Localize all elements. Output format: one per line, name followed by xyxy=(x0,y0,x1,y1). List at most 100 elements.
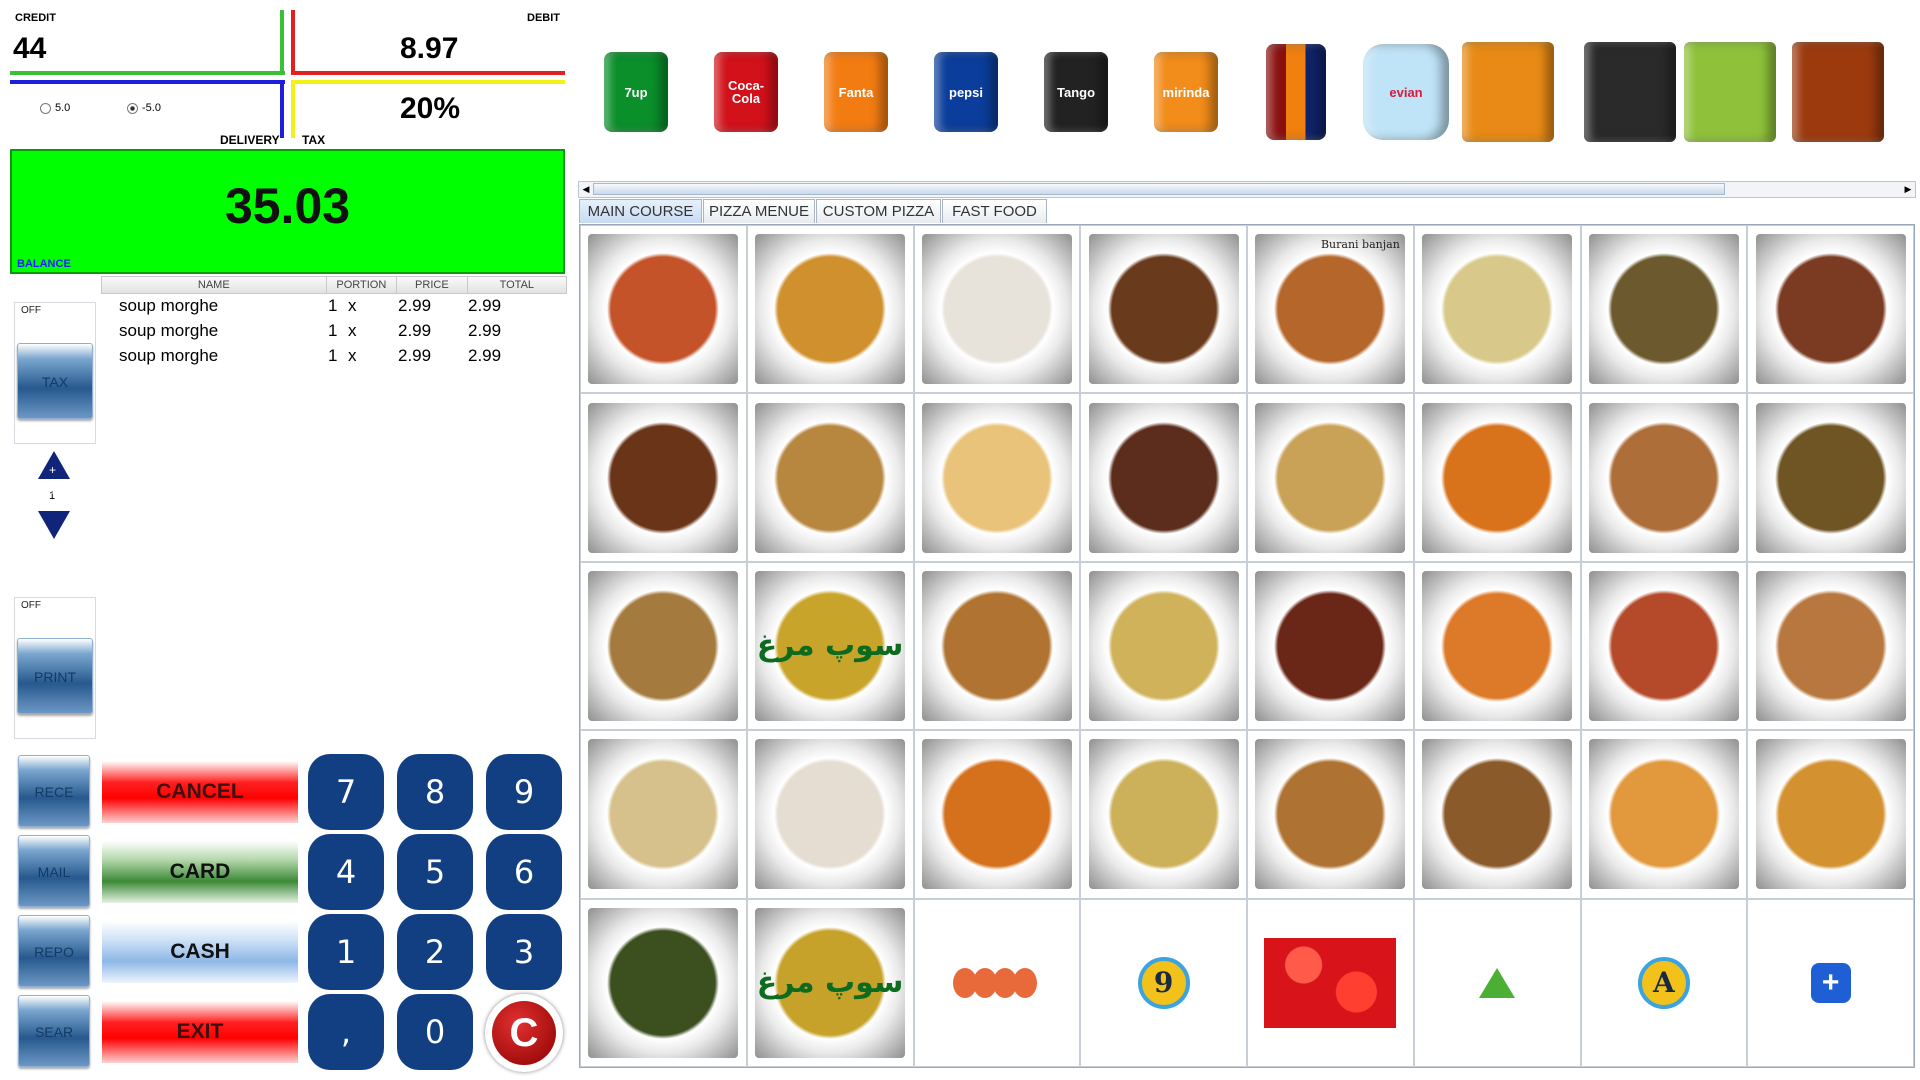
soup-yogurt-icon xyxy=(1255,739,1406,890)
cash-button[interactable]: CASH xyxy=(102,921,298,983)
menu-item-tile[interactable] xyxy=(746,225,914,394)
digit-key-7[interactable]: 7 xyxy=(308,754,384,830)
drink-evian[interactable]: evian xyxy=(1360,38,1452,146)
menu-item-tile[interactable] xyxy=(1413,898,1581,1067)
menu-item-tile[interactable] xyxy=(1580,730,1748,899)
menu-item-tile[interactable] xyxy=(580,561,747,731)
tax-value: 20% xyxy=(400,92,461,125)
cancel-button[interactable]: CANCEL xyxy=(102,761,298,823)
tab-custom-pizza[interactable]: CUSTOM PIZZA xyxy=(816,199,941,223)
menu-item-tile[interactable] xyxy=(1580,393,1748,562)
menu-item-tile[interactable] xyxy=(913,898,1081,1067)
menu-item-tile[interactable] xyxy=(1080,561,1247,731)
digit-key-9[interactable]: 9 xyxy=(486,754,562,830)
drink-7up[interactable]: 7up xyxy=(590,38,682,146)
menu-item-tile[interactable]: 9 xyxy=(1080,898,1247,1067)
report-button[interactable]: REPO xyxy=(18,915,90,987)
digit-key-8[interactable]: 8 xyxy=(397,754,473,830)
digit-key-5[interactable]: 5 xyxy=(397,834,473,910)
menu-item-tile[interactable] xyxy=(1247,393,1414,562)
scroll-thumb[interactable] xyxy=(593,183,1725,195)
menu-item-tile[interactable] xyxy=(913,561,1081,731)
mail-button[interactable]: MAIL xyxy=(18,835,90,907)
menu-item-tile[interactable]: A xyxy=(1580,898,1748,1067)
menu-item-tile[interactable] xyxy=(580,898,747,1067)
drink-pepsi[interactable]: pepsi xyxy=(920,38,1012,146)
comma-key[interactable]: , xyxy=(308,994,384,1070)
menu-item-tile[interactable] xyxy=(746,393,914,562)
curry-pot-icon xyxy=(1422,570,1573,721)
radio-dot[interactable] xyxy=(40,102,51,114)
stew-dish-icon xyxy=(1088,234,1239,385)
digit-key-2[interactable]: 2 xyxy=(397,914,473,990)
order-row[interactable]: soup morghe 1 x 2.99 2.99 xyxy=(119,346,549,370)
menu-item-tile[interactable]: سوپ مرغ xyxy=(746,898,914,1067)
menu-item-tile[interactable]: Burani banjan xyxy=(1247,225,1414,394)
drink-black-tea[interactable] xyxy=(1792,38,1884,146)
drink-fanta[interactable]: Fanta xyxy=(810,38,902,146)
drink-mirinda[interactable]: mirinda xyxy=(1140,38,1232,146)
tango-icon: Tango xyxy=(1044,52,1108,132)
drink-coca-cola[interactable]: Coca-Cola xyxy=(700,38,792,146)
menu-item-tile[interactable] xyxy=(580,393,747,562)
tab-pizza-menue[interactable]: PIZZA MENUE xyxy=(703,199,815,223)
menu-item-tile[interactable] xyxy=(1413,730,1581,899)
scroll-left-icon[interactable]: ◀ xyxy=(579,182,593,197)
menu-item-tile[interactable] xyxy=(746,730,914,899)
menu-item-tile[interactable] xyxy=(1413,561,1581,731)
exit-button[interactable]: EXIT xyxy=(102,1001,298,1063)
tax-button[interactable]: TAX xyxy=(17,343,93,419)
drink-orange-tea[interactable] xyxy=(1462,38,1554,146)
menu-item-tile[interactable] xyxy=(1080,393,1247,562)
kebab-plate-icon xyxy=(1588,402,1739,553)
drink-tango[interactable]: Tango xyxy=(1030,38,1122,146)
menu-item-tile[interactable] xyxy=(1413,225,1581,394)
soup-yogurt-icon xyxy=(921,570,1072,721)
digit-key-0[interactable]: 0 xyxy=(397,994,473,1070)
digit-key-6[interactable]: 6 xyxy=(486,834,562,910)
drink-coffee[interactable] xyxy=(1584,38,1676,146)
order-row[interactable]: soup morghe 1 x 2.99 2.99 xyxy=(119,321,549,345)
menu-item-tile[interactable] xyxy=(1247,730,1414,899)
menu-item-tile[interactable] xyxy=(1580,561,1748,731)
menu-item-tile[interactable] xyxy=(1747,393,1914,562)
menu-item-tile[interactable] xyxy=(1580,225,1748,394)
menu-item-tile[interactable]: + xyxy=(1747,898,1914,1067)
menu-item-tile[interactable] xyxy=(1413,393,1581,562)
menu-item-tile[interactable]: سوپ مرغ xyxy=(746,561,914,731)
menu-item-tile[interactable] xyxy=(1747,730,1914,899)
digit-key-3[interactable]: 3 xyxy=(486,914,562,990)
menu-item-tile[interactable] xyxy=(580,225,747,394)
delivery-radio-minus[interactable]: -5.0 xyxy=(127,102,161,114)
order-row[interactable]: soup morghe 1 x 2.99 2.99 xyxy=(119,296,549,320)
menu-item-tile[interactable] xyxy=(1247,898,1414,1067)
drink-green-tea[interactable] xyxy=(1684,38,1776,146)
drink-bottles[interactable] xyxy=(1250,38,1342,146)
menu-item-tile[interactable] xyxy=(580,730,747,899)
menu-item-tile[interactable] xyxy=(1080,730,1247,899)
menu-item-tile[interactable] xyxy=(1747,561,1914,731)
delivery-radio-plus[interactable]: 5.0 xyxy=(40,102,70,114)
quantity-up-button[interactable]: + xyxy=(38,451,70,479)
tab-main-course[interactable]: MAIN COURSE xyxy=(579,199,702,223)
card-button[interactable]: CARD xyxy=(102,841,298,903)
menu-item-tile[interactable] xyxy=(1080,225,1247,394)
menu-item-tile[interactable] xyxy=(913,730,1081,899)
search-button[interactable]: SEAR xyxy=(18,995,90,1067)
receipt-button[interactable]: RECE xyxy=(18,755,90,827)
digit-key-1[interactable]: 1 xyxy=(308,914,384,990)
tab-fast-food[interactable]: FAST FOOD xyxy=(942,199,1047,223)
clear-key[interactable]: C xyxy=(485,994,563,1072)
orange-tea-icon xyxy=(1462,42,1554,142)
horizontal-scrollbar[interactable]: ◀ ▶ xyxy=(578,181,1916,198)
menu-item-tile[interactable] xyxy=(1747,225,1914,394)
menu-item-tile[interactable] xyxy=(913,393,1081,562)
digit-key-4[interactable]: 4 xyxy=(308,834,384,910)
radio-dot[interactable] xyxy=(127,102,138,114)
quantity-down-button[interactable]: - xyxy=(38,485,70,539)
menu-item-tile[interactable] xyxy=(1247,561,1414,731)
menu-item-tile[interactable] xyxy=(913,225,1081,394)
scroll-right-icon[interactable]: ▶ xyxy=(1901,182,1915,197)
order-table-header: NAME PORTION PRICE TOTAL xyxy=(101,276,567,294)
print-button[interactable]: PRINT xyxy=(17,638,93,714)
